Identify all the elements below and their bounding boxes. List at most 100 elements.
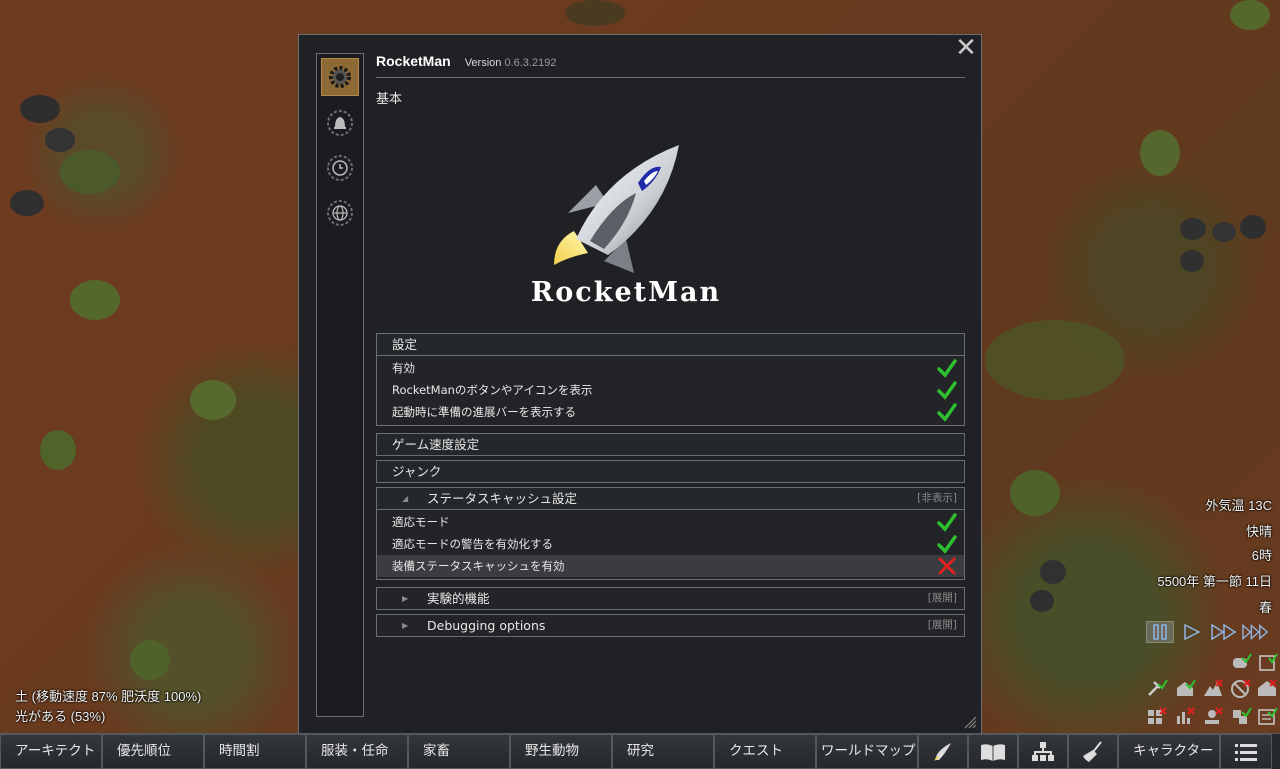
tab-history[interactable] (968, 734, 1018, 769)
setting-adaptive-warning[interactable]: 適応モードの警告を有効化する (377, 533, 964, 555)
tab-quests[interactable]: クエスト (714, 734, 816, 769)
settings-group-header: 設定 (377, 334, 964, 356)
junk-header: ジャンク (377, 461, 964, 482)
hierarchy-icon (1032, 741, 1054, 761)
setting-label: 適応モードの警告を有効化する (392, 537, 553, 551)
globe-icon (327, 200, 353, 226)
play-icon (1184, 624, 1201, 640)
clock-icon (327, 155, 353, 181)
stat-cache-header[interactable]: ◢ ステータスキャッシュ設定 [非表示] (377, 488, 964, 510)
toggle-icon[interactable] (1174, 678, 1196, 698)
logo-text: RocketMan (531, 277, 721, 308)
toggle-icon[interactable] (1174, 706, 1196, 726)
stat-cache-group: ◢ ステータスキャッシュ設定 [非表示] 適応モード 適応モードの警告を有効化す… (376, 487, 965, 580)
tab-timing[interactable] (321, 149, 359, 187)
toggle-icon[interactable] (1230, 678, 1252, 698)
stat-cache-title: ステータスキャッシュ設定 (427, 491, 578, 506)
expand-toggle[interactable]: [展開] (928, 615, 957, 636)
tab-animals[interactable]: 家畜 (408, 734, 510, 769)
experimental-group[interactable]: ▶ 実験的機能 [展開] (376, 587, 965, 610)
setting-label: RocketManのボタンやアイコンを表示 (392, 383, 593, 397)
superfast-icon (1242, 624, 1269, 640)
date: 5500年 第一節 11日 (1157, 574, 1272, 589)
pause-icon (1153, 624, 1167, 640)
toggle-icon[interactable] (1256, 706, 1278, 726)
toggle-icon[interactable] (1146, 678, 1168, 698)
toggle-icon[interactable] (1202, 678, 1224, 698)
setting-label: 装備ステータスキャッシュを有効 (392, 559, 565, 573)
weather: 快晴 (1245, 524, 1272, 539)
fast-speed-button[interactable] (1210, 621, 1238, 643)
tab-world[interactable]: ワールドマップ (816, 734, 918, 769)
check-icon[interactable] (937, 358, 957, 378)
season: 春 (1258, 600, 1272, 615)
toggle-icon[interactable] (1202, 706, 1224, 726)
cross-icon[interactable] (937, 556, 957, 576)
tab-schedule[interactable]: 時間割 (204, 734, 306, 769)
resize-grip-icon[interactable] (963, 715, 977, 729)
pause-button[interactable] (1146, 621, 1174, 643)
game-speed-group[interactable]: ゲーム速度設定 (376, 433, 965, 456)
debugging-header: ▶ Debugging options [展開] (377, 615, 964, 636)
setting-enabled[interactable]: 有効 (377, 357, 964, 379)
menu-button[interactable] (1220, 734, 1272, 769)
version-number: 0.6.3.2192 (504, 57, 557, 69)
main-tab-bar: アーキテクト 優先順位 時間割 服装・任命 家畜 野生動物 研究 クエスト ワー… (0, 733, 1280, 769)
collapse-arrow-icon: ◢ (402, 494, 409, 503)
experimental-title: 実験的機能 (427, 591, 490, 606)
superfast-speed-button[interactable] (1242, 621, 1270, 643)
rocketman-logo: RocketMan (516, 143, 736, 318)
title-row: RocketMan Version 0.6.3.2192 (376, 53, 965, 78)
setting-label: 起動時に準備の進展バーを表示する (392, 405, 576, 419)
side-tab-bar (316, 53, 364, 717)
setting-show-buttons[interactable]: RocketManのボタンやアイコンを表示 (377, 379, 964, 401)
tab-architect[interactable]: アーキテクト (0, 734, 102, 769)
tab-research[interactable]: 研究 (612, 734, 714, 769)
tab-world[interactable] (321, 194, 359, 232)
settings-content: RocketMan Version 0.6.3.2192 基本 RocketMa… (376, 53, 965, 637)
setting-show-progress-bar[interactable]: 起動時に準備の進展バーを表示する (377, 401, 964, 423)
book-icon (981, 743, 1005, 761)
hide-toggle[interactable]: [非表示] (917, 488, 957, 509)
setting-equipment-cache[interactable]: 装備ステータスキャッシュを有効 (377, 555, 964, 577)
setting-label: 有効 (392, 361, 415, 375)
junk-group[interactable]: ジャンク (376, 460, 965, 483)
mod-title: RocketMan (376, 53, 451, 69)
expand-toggle[interactable]: [展開] (928, 588, 957, 609)
toggle-icon[interactable] (1256, 652, 1278, 672)
tab-assign[interactable]: 服装・任命 (306, 734, 408, 769)
rocketman-settings-dialog: ✕ RocketMan Version 0.6.3.2192 基本 Rocket… (298, 34, 982, 734)
toggle-icon[interactable] (1230, 706, 1252, 726)
check-icon[interactable] (937, 402, 957, 422)
check-icon[interactable] (937, 380, 957, 400)
toggle-icon[interactable] (1256, 678, 1278, 698)
toggle-icon[interactable] (1146, 706, 1168, 726)
tab-priority[interactable]: 優先順位 (102, 734, 204, 769)
expand-arrow-icon: ▶ (402, 594, 409, 603)
tab-cleaning[interactable] (1068, 734, 1118, 769)
setting-adaptive-mode[interactable]: 適応モード (377, 511, 964, 533)
toggle-icon[interactable] (1230, 652, 1252, 672)
tab-factions[interactable] (1018, 734, 1068, 769)
check-icon[interactable] (937, 534, 957, 554)
settings-group: 設定 有効 RocketManのボタンやアイコンを表示 起動時に準備の進展バーを… (376, 333, 965, 426)
rocket-icon (934, 742, 951, 761)
terrain-info: 土 (移動速度 87% 肥沃度 100%) (15, 689, 202, 704)
setting-label: 適応モード (392, 515, 450, 529)
check-icon[interactable] (937, 512, 957, 532)
debugging-group[interactable]: ▶ Debugging options [展開] (376, 614, 965, 637)
rocket-icon: RocketMan (531, 145, 721, 308)
expand-arrow-icon: ▶ (402, 621, 409, 630)
tab-rocketman[interactable] (918, 734, 968, 769)
experimental-header: ▶ 実験的機能 [展開] (377, 588, 964, 609)
game-speed-header: ゲーム速度設定 (377, 434, 964, 455)
tab-character[interactable]: キャラクター (1118, 734, 1220, 769)
fast-forward-icon (1211, 624, 1237, 640)
tab-general[interactable] (321, 58, 359, 96)
hour: 6時 (1251, 548, 1272, 563)
tab-notifications[interactable] (321, 104, 359, 142)
normal-speed-button[interactable] (1178, 621, 1206, 643)
speed-controls (1146, 621, 1270, 643)
bell-icon (327, 110, 353, 136)
tab-wildlife[interactable]: 野生動物 (510, 734, 612, 769)
